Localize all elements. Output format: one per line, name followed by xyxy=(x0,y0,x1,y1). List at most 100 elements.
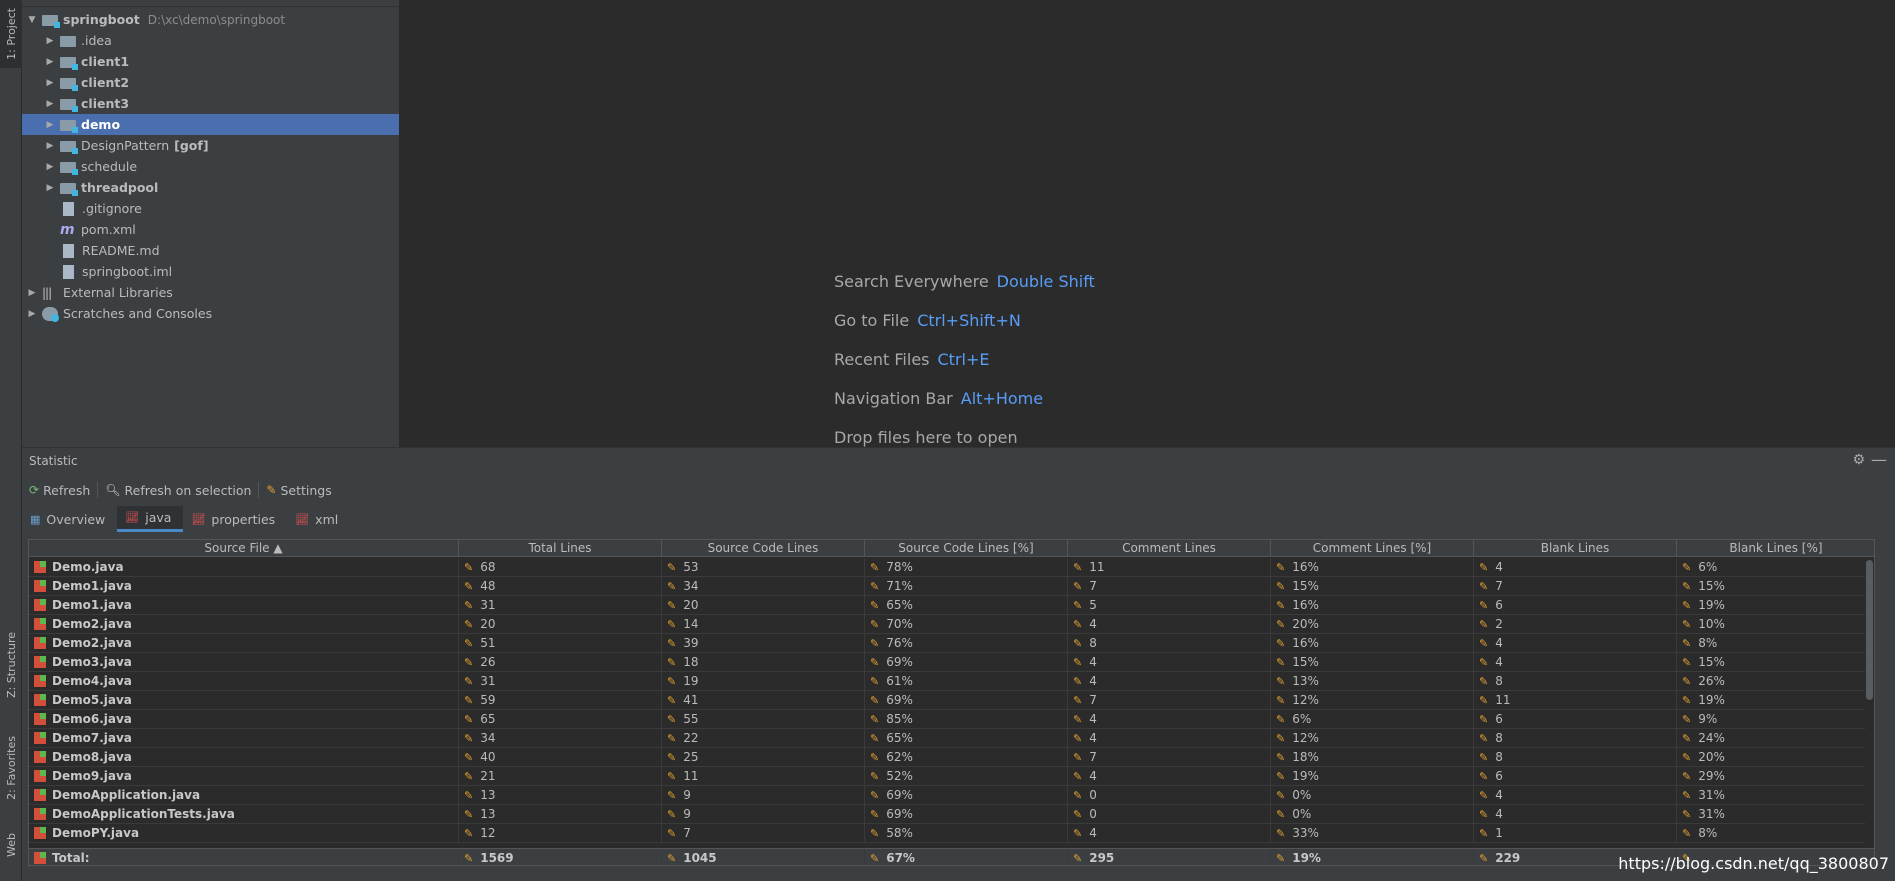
table-total-row: Total: ✎ 1569 ✎ 1045 ✎ 67% ✎ 295 ✎ 19% ✎ 229 ✎ xyxy=(29,848,1874,865)
table-row[interactable]: Demo7.java ✎ 34 ✎ 22 ✎ 65% ✎ 4 ✎ 12% ✎ 8 ✎ 24% xyxy=(29,729,1874,748)
refresh-on-selection-button[interactable]: 🔍︎ Refresh on selection xyxy=(98,482,260,498)
tree-item-schedule[interactable]: ▶ schedule xyxy=(22,156,399,177)
value-cell: ✎ 6 xyxy=(1474,596,1677,615)
pencil-icon: ✎ xyxy=(667,656,677,669)
table-row[interactable]: Demo2.java ✎ 20 ✎ 14 ✎ 70% ✎ 4 ✎ 20% ✎ 2 ✎ 10% xyxy=(29,615,1874,634)
value-cell: ✎ 8% xyxy=(1677,634,1874,653)
tab-properties[interactable]: 📈︎ properties xyxy=(183,506,287,532)
pencil-icon: ✎ xyxy=(464,675,474,688)
tab-overview[interactable]: ▦ Overview xyxy=(22,506,117,532)
pencil-icon: ✎ xyxy=(870,852,880,865)
collapsed-arrow-icon[interactable]: ▶ xyxy=(26,287,38,299)
value-cell: ✎ 59 xyxy=(459,691,662,710)
collapsed-arrow-icon[interactable]: ▶ xyxy=(26,308,38,320)
pencil-icon: ✎ xyxy=(1073,561,1083,574)
minimize-icon[interactable]: — xyxy=(1871,450,1887,469)
tree-item-demo[interactable]: ▶ demo xyxy=(22,114,399,135)
scratches-icon xyxy=(42,306,59,322)
collapsed-arrow-icon[interactable]: ▶ xyxy=(44,98,56,110)
table-row[interactable]: Demo1.java ✎ 48 ✎ 34 ✎ 71% ✎ 7 ✎ 15% ✎ 7 ✎ 15% xyxy=(29,577,1874,596)
collapsed-arrow-icon[interactable]: ▶ xyxy=(44,182,56,194)
collapsed-arrow-icon[interactable]: ▶ xyxy=(44,140,56,152)
table-row[interactable]: Demo1.java ✎ 31 ✎ 20 ✎ 65% ✎ 5 ✎ 16% ✎ 6 ✎ 19% xyxy=(29,596,1874,615)
collapsed-arrow-icon[interactable]: ▶ xyxy=(44,56,56,68)
column-header[interactable]: Source Code Lines [%] xyxy=(865,540,1068,557)
value-cell: ✎ 71% xyxy=(865,577,1068,596)
vertical-scrollbar[interactable] xyxy=(1865,558,1874,848)
tree-item-idea[interactable]: ▶ .idea xyxy=(22,30,399,51)
table-row[interactable]: Demo4.java ✎ 31 ✎ 19 ✎ 61% ✎ 4 ✎ 13% ✎ 8 ✎ 26% xyxy=(29,672,1874,691)
tree-scratches[interactable]: ▶ Scratches and Consoles xyxy=(22,303,399,324)
project-tool-tab[interactable]: 1: Project xyxy=(0,0,22,68)
value-cell: ✎ 1 xyxy=(1474,824,1677,843)
value-cell: ✎ 16% xyxy=(1271,634,1474,653)
editor-empty-area[interactable]: Search Everywhere Double Shift Go to File… xyxy=(401,0,1895,447)
value-cell: ✎ 31 xyxy=(459,672,662,691)
pencil-icon: ✎ xyxy=(1276,713,1286,726)
collapsed-arrow-icon[interactable]: ▶ xyxy=(44,77,56,89)
tree-item-threadpool[interactable]: ▶ threadpool xyxy=(22,177,399,198)
column-header[interactable]: Source File ▲ xyxy=(29,540,459,557)
settings-button[interactable]: ✎ Settings xyxy=(259,482,338,498)
table-row[interactable]: DemoApplication.java ✎ 13 ✎ 9 ✎ 69% ✎ 0 ✎ 0% ✎ 4 ✎ 31% xyxy=(29,786,1874,805)
tree-item-pomxml[interactable]: m pom.xml xyxy=(22,219,399,240)
pencil-icon: ✎ xyxy=(1073,713,1083,726)
pencil-icon: ✎ xyxy=(1073,618,1083,631)
pencil-icon: ✎ xyxy=(464,713,474,726)
table-row[interactable]: Demo8.java ✎ 40 ✎ 25 ✎ 62% ✎ 7 ✎ 18% ✎ 8 ✎ 20% xyxy=(29,748,1874,767)
value-cell: ✎ 25 xyxy=(662,748,865,767)
refresh-button[interactable]: ⟳ Refresh xyxy=(22,482,99,498)
value-cell: ✎ 12% xyxy=(1271,691,1474,710)
pencil-icon: ✎ xyxy=(1682,599,1692,612)
column-header[interactable]: Comment Lines xyxy=(1068,540,1271,557)
pencil-icon: ✎ xyxy=(1073,675,1083,688)
table-row[interactable]: DemoPY.java ✎ 12 ✎ 7 ✎ 58% ✎ 4 ✎ 33% ✎ 1 ✎ 8% xyxy=(29,824,1874,843)
table-row[interactable]: Demo5.java ✎ 59 ✎ 41 ✎ 69% ✎ 7 ✎ 12% ✎ 11 ✎ 19% xyxy=(29,691,1874,710)
tree-item-client1[interactable]: ▶ client1 xyxy=(22,51,399,72)
collapsed-arrow-icon[interactable]: ▶ xyxy=(44,35,56,47)
tree-external-libraries[interactable]: ▶ ||| External Libraries xyxy=(22,282,399,303)
table-row[interactable]: Demo.java ✎ 68 ✎ 53 ✎ 78% ✎ 11 ✎ 16% ✎ 4 ✎ 6% xyxy=(29,558,1874,577)
tree-item-client2[interactable]: ▶ client2 xyxy=(22,72,399,93)
file-cell: Demo9.java xyxy=(29,767,459,786)
project-panel: ▼ springboot D:\xc\demo\springboot ▶ .ide… xyxy=(22,0,400,447)
gear-icon[interactable]: ⚙ xyxy=(1852,452,1865,468)
tree-root-springboot[interactable]: ▼ springboot D:\xc\demo\springboot xyxy=(22,9,399,30)
column-header[interactable]: Comment Lines [%] xyxy=(1271,540,1474,557)
table-row[interactable]: Demo6.java ✎ 65 ✎ 55 ✎ 85% ✎ 4 ✎ 6% ✎ 6 ✎ 9% xyxy=(29,710,1874,729)
column-header[interactable]: Total Lines xyxy=(459,540,662,557)
value-cell: ✎ 7 xyxy=(1068,577,1271,596)
pencil-icon: ✎ xyxy=(1276,580,1286,593)
scrollbar-thumb[interactable] xyxy=(1866,560,1873,700)
value-cell: ✎ 9 xyxy=(662,786,865,805)
column-header[interactable]: Blank Lines xyxy=(1474,540,1677,557)
tab-java[interactable]: 📈︎ java xyxy=(117,506,184,532)
tree-item-springbootiml[interactable]: springboot.iml xyxy=(22,261,399,282)
structure-tool-tab[interactable]: Z: Structure xyxy=(0,612,22,717)
pencil-icon: ✎ xyxy=(1276,694,1286,707)
table-row[interactable]: Demo3.java ✎ 26 ✎ 18 ✎ 69% ✎ 4 ✎ 15% ✎ 4 ✎ 15% xyxy=(29,653,1874,672)
chart-icon: 📈︎ xyxy=(191,512,206,526)
tree-item-readmemd[interactable]: README.md xyxy=(22,240,399,261)
tree-item-designpattern[interactable]: ▶ DesignPattern [gof] xyxy=(22,135,399,156)
web-tool-tab[interactable]: Web xyxy=(0,820,22,870)
expanded-arrow-icon[interactable]: ▼ xyxy=(26,14,38,26)
tree-item-gitignore[interactable]: .gitignore xyxy=(22,198,399,219)
table-row[interactable]: Demo2.java ✎ 51 ✎ 39 ✎ 76% ✎ 8 ✎ 16% ✎ 4 ✎ 8% xyxy=(29,634,1874,653)
table-row[interactable]: Demo9.java ✎ 21 ✎ 11 ✎ 52% ✎ 4 ✎ 19% ✎ 6 ✎ 29% xyxy=(29,767,1874,786)
file-cell: Demo4.java xyxy=(29,672,459,691)
column-header[interactable]: Blank Lines [%] xyxy=(1677,540,1874,557)
collapsed-arrow-icon[interactable]: ▶ xyxy=(44,119,56,131)
value-cell: ✎ 4 xyxy=(1474,634,1677,653)
pencil-icon: ✎ xyxy=(667,637,677,650)
table-row[interactable]: DemoApplicationTests.java ✎ 13 ✎ 9 ✎ 69% ✎ 0 ✎ 0% ✎… xyxy=(29,805,1874,824)
module-folder-icon xyxy=(60,78,78,91)
tree-item-client3[interactable]: ▶ client3 xyxy=(22,93,399,114)
favorites-tool-tab[interactable]: 2: Favorites xyxy=(0,725,22,810)
tab-xml[interactable]: 📈︎ xml xyxy=(287,506,350,532)
value-cell: ✎ 4 xyxy=(1474,558,1677,577)
value-cell: ✎ 31 xyxy=(459,596,662,615)
column-header[interactable]: Source Code Lines xyxy=(662,540,865,557)
table-body[interactable]: Demo.java ✎ 68 ✎ 53 ✎ 78% ✎ 11 ✎ 16% ✎ 4 ✎ 6% Demo1.jav… xyxy=(29,558,1874,848)
collapsed-arrow-icon[interactable]: ▶ xyxy=(44,161,56,173)
